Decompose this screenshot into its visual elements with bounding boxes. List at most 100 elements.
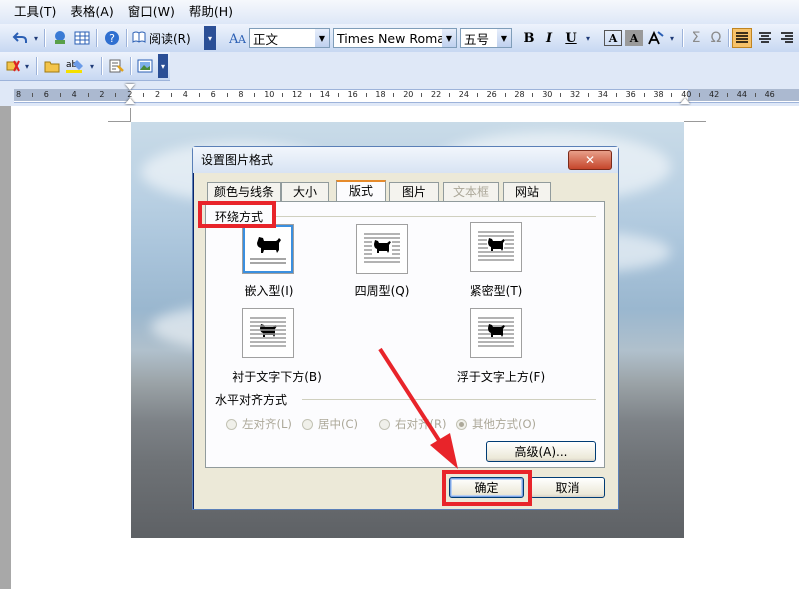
book-icon xyxy=(132,31,146,46)
dog-icon xyxy=(364,233,400,263)
horizontal-ruler[interactable]: 8 6 4 2 2 2 4 6 8 10 12 14 16 18 20 22 24 26 28 30 32 34 36 38 4… xyxy=(0,81,799,107)
ruler-number: 2 xyxy=(99,90,105,99)
ruler-number: 6 xyxy=(210,90,216,99)
right-indent-marker[interactable] xyxy=(680,98,690,104)
char-border-button[interactable]: A xyxy=(604,30,622,46)
font-combo[interactable]: Times New Roman ▼ xyxy=(333,28,457,48)
table-icon[interactable] xyxy=(72,28,92,48)
cancel-button[interactable]: 取消 xyxy=(530,477,605,498)
ruler-tick xyxy=(31,93,33,97)
chevron-down-icon[interactable]: ▾ xyxy=(87,56,97,76)
tab-layout[interactable]: 版式 xyxy=(336,180,386,201)
ruler-number: 28 xyxy=(514,90,525,99)
ruler-number: 18 xyxy=(375,90,386,99)
tab-website[interactable]: 网站 xyxy=(503,182,551,201)
align-right-icon[interactable] xyxy=(778,28,796,48)
undo-icon[interactable] xyxy=(8,28,32,48)
ruler-number: 32 xyxy=(570,90,581,99)
ruler-tick xyxy=(421,93,423,97)
ruler-number: 4 xyxy=(182,90,188,99)
align-justify-icon[interactable] xyxy=(732,28,752,48)
chevron-down-icon[interactable]: ▼ xyxy=(497,29,511,47)
wrap-square-option[interactable] xyxy=(356,224,408,274)
ruler-tick xyxy=(615,93,617,97)
chevron-down-icon[interactable]: ▼ xyxy=(315,29,329,47)
ruler-tick xyxy=(671,93,673,97)
ruler-number: 46 xyxy=(764,90,775,99)
wrap-inline-option[interactable] xyxy=(242,224,294,274)
align-left-label: 左对齐(L) xyxy=(242,417,292,431)
radio-icon xyxy=(302,418,313,430)
tab-size[interactable]: 大小 xyxy=(281,182,329,201)
ruler-tick xyxy=(643,93,645,97)
tab-textbox[interactable]: 文本框 xyxy=(443,182,499,201)
menu-table[interactable]: 表格(A) xyxy=(63,0,120,24)
chevron-down-icon[interactable]: ▼ xyxy=(442,29,456,47)
svg-text:A: A xyxy=(237,33,247,46)
ruler-number: 20 xyxy=(403,90,414,99)
menu-tools[interactable]: 工具(T) xyxy=(0,0,63,24)
align-center-radio[interactable]: 居中(C) xyxy=(302,416,358,432)
ruler-tick xyxy=(282,93,284,97)
close-button[interactable]: ✕ xyxy=(568,150,612,170)
toolbar-options-icon[interactable]: ▾ xyxy=(204,26,216,50)
wrap-inline-label: 嵌入型(I) xyxy=(244,284,294,298)
margin-guide xyxy=(684,121,706,122)
picture-icon[interactable] xyxy=(135,56,155,76)
toolbar-options-icon[interactable]: ▾ xyxy=(158,54,168,78)
undo-dropdown-icon[interactable]: ▾ xyxy=(32,28,40,48)
ruler-tick xyxy=(699,93,701,97)
highlight-box xyxy=(198,201,276,228)
wrap-tight-option[interactable] xyxy=(470,222,522,272)
tab-colors-and-lines[interactable]: 颜色与线条 xyxy=(207,182,281,201)
omega-icon[interactable]: Ω xyxy=(708,28,724,48)
ruler-tick xyxy=(726,93,728,97)
highlight-icon[interactable]: ab xyxy=(64,56,86,76)
ruler-tick xyxy=(532,93,534,97)
bold-button[interactable]: B xyxy=(520,28,538,48)
left-indent-marker[interactable] xyxy=(125,98,135,104)
read-label: 阅读(R) xyxy=(149,31,191,46)
chevron-down-icon[interactable]: ▾ xyxy=(22,56,32,76)
margin-guide xyxy=(108,121,130,122)
menu-window[interactable]: 窗口(W) xyxy=(121,0,182,24)
ruler-number: 2 xyxy=(155,90,161,99)
ruler-tick xyxy=(365,93,367,97)
dialog-title: 设置图片格式 xyxy=(193,147,618,173)
ruler-tick xyxy=(476,93,478,97)
ruler-number: 22 xyxy=(431,90,442,99)
horizontal-alignment-label: 水平对齐方式 xyxy=(215,393,288,407)
close-icon: ✕ xyxy=(584,153,596,167)
tab-picture[interactable]: 图片 xyxy=(389,182,439,201)
phonetic-dropdown-icon[interactable]: ▾ xyxy=(667,28,677,48)
dog-icon xyxy=(478,317,514,347)
hyperlink-icon[interactable] xyxy=(50,28,70,48)
read-button[interactable]: 阅读(R) xyxy=(132,28,198,48)
styles-icon[interactable]: AA xyxy=(228,28,248,48)
advanced-button[interactable]: 高级(A)... xyxy=(486,441,596,462)
underline-button[interactable]: U xyxy=(562,28,580,48)
left-gutter xyxy=(0,106,11,589)
drawing-toolbar: ▾ ab ▾ ▾ xyxy=(0,52,170,81)
align-other-label: 其他方式(O) xyxy=(472,417,537,431)
style-combo[interactable]: 正文 ▼ xyxy=(249,28,330,48)
phonetic-icon[interactable] xyxy=(646,28,666,48)
folder-icon[interactable] xyxy=(42,56,62,76)
sigma-icon[interactable]: Σ xyxy=(688,28,704,48)
char-shading-button[interactable]: A xyxy=(625,30,643,46)
align-center-label: 居中(C) xyxy=(318,417,359,431)
help-icon[interactable]: ? xyxy=(102,28,122,48)
italic-button[interactable]: I xyxy=(540,28,558,48)
clear-format-icon[interactable] xyxy=(4,56,22,76)
ruler-tick xyxy=(59,93,61,97)
underline-dropdown-icon[interactable]: ▾ xyxy=(583,28,593,48)
wrap-in-front-option[interactable] xyxy=(470,308,522,358)
font-size-combo[interactable]: 五号 ▼ xyxy=(460,28,512,48)
wrap-behind-text-option[interactable] xyxy=(242,308,294,358)
reveal-formatting-icon[interactable] xyxy=(106,56,126,76)
first-line-indent-marker[interactable] xyxy=(125,84,135,90)
align-left-radio[interactable]: 左对齐(L) xyxy=(226,416,292,432)
menu-help[interactable]: 帮助(H) xyxy=(182,0,240,24)
align-center-icon[interactable] xyxy=(756,28,774,48)
margin-guide xyxy=(130,108,131,122)
